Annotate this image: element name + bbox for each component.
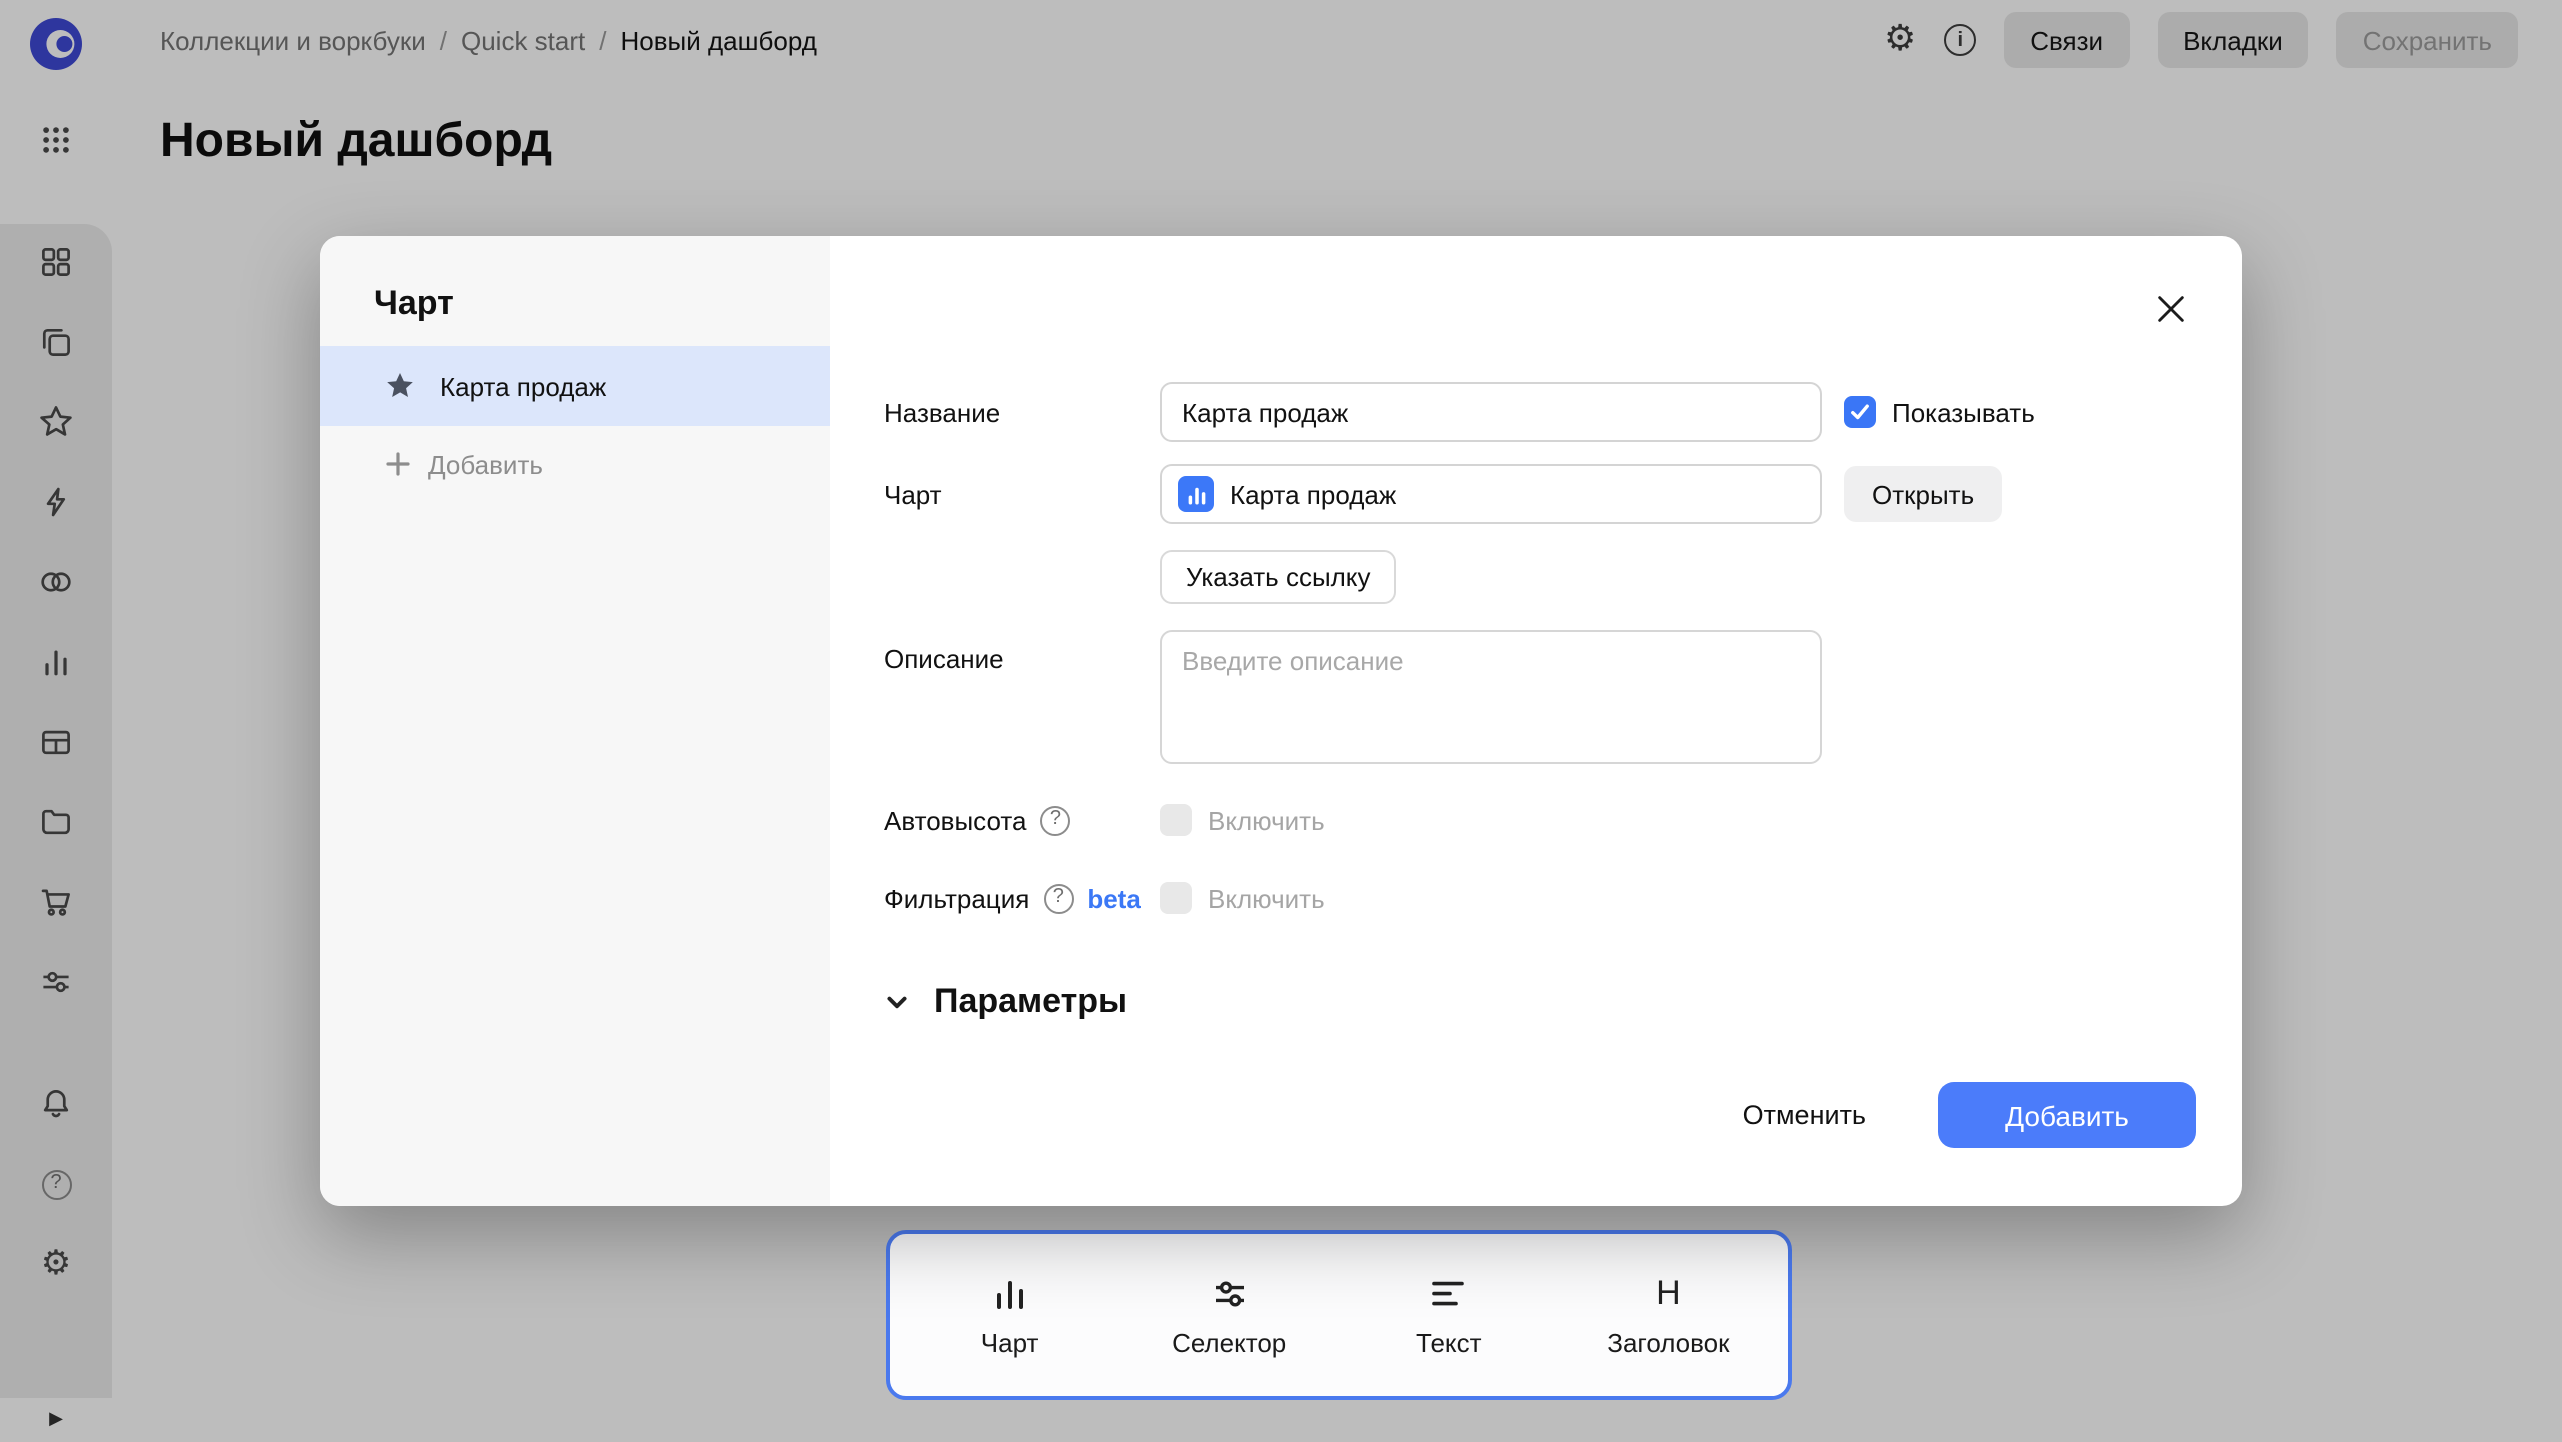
heading-icon: H (1656, 1273, 1681, 1313)
show-checkbox-label: Показывать (1892, 397, 2035, 427)
chart-select-value: Карта продаж (1230, 479, 1396, 509)
filtering-toggle-label: Включить (1208, 883, 1325, 913)
beta-badge: beta (1087, 883, 1140, 913)
autoheight-help-icon[interactable]: ? (1040, 805, 1070, 835)
toolbar-item-heading[interactable]: H Заголовок (1568, 1273, 1768, 1357)
description-label: Описание (884, 630, 1160, 674)
show-checkbox[interactable] (1844, 396, 1876, 428)
toolbar-item-label: Селектор (1172, 1327, 1286, 1357)
add-button[interactable]: Добавить (1938, 1082, 2196, 1148)
dialog-form-panel: Название Показывать Чарт (830, 236, 2242, 1206)
plus-icon (384, 450, 412, 478)
toolbar-item-label: Заголовок (1607, 1327, 1729, 1357)
filtering-help-icon[interactable]: ? (1043, 883, 1073, 913)
chart-row: Чарт Карта продаж Открыть (884, 464, 2242, 524)
chart-list-item[interactable]: Карта продаж (320, 346, 830, 426)
chart-icon (990, 1273, 1030, 1313)
name-row: Название Показывать (884, 382, 2242, 442)
autoheight-label-group: Автовысота ? (884, 805, 1160, 835)
autoheight-row: Автовысота ? Включить (884, 804, 2242, 836)
open-chart-button[interactable]: Открыть (1844, 466, 2002, 522)
checkmark-icon (1848, 400, 1872, 424)
chart-select-field[interactable]: Карта продаж (1160, 464, 1822, 524)
autoheight-checkbox[interactable] (1160, 804, 1192, 836)
specify-link-button[interactable]: Указать ссылку (1160, 550, 1397, 604)
add-chart-dialog: Чарт Карта продаж Добавить (320, 236, 2242, 1206)
stage: ? ⚙ ▶ Коллекции и воркбуки / Quick start… (0, 0, 2562, 1442)
add-chart-tab-label: Добавить (428, 449, 543, 479)
autoheight-toggle-label: Включить (1208, 805, 1325, 835)
link-row: Указать ссылку (1160, 550, 2242, 604)
star-icon (384, 370, 416, 402)
close-icon (2153, 291, 2187, 325)
chevron-down-icon (884, 989, 910, 1015)
params-section-toggle[interactable]: Параметры (884, 982, 2242, 1022)
dialog-title: Чарт (374, 284, 830, 324)
chart-label: Чарт (884, 479, 1160, 509)
filtering-label-group: Фильтрация ? beta (884, 883, 1160, 913)
toolbar-item-text[interactable]: Текст (1349, 1273, 1549, 1357)
add-chart-tab-button[interactable]: Добавить (320, 426, 830, 502)
filtering-label: Фильтрация (884, 883, 1029, 913)
name-label: Название (884, 397, 1160, 427)
close-dialog-button[interactable] (2150, 288, 2190, 328)
widget-toolbar: Чарт Селектор Текст H Заголовок (886, 1230, 1792, 1400)
selector-icon (1209, 1273, 1249, 1313)
autoheight-label: Автовысота (884, 805, 1026, 835)
toolbar-item-label: Текст (1416, 1327, 1481, 1357)
dashboard-editor-app: ? ⚙ ▶ Коллекции и воркбуки / Quick start… (0, 0, 2562, 1442)
dialog-side-panel: Чарт Карта продаж Добавить (320, 236, 830, 1206)
chart-chip-icon (1178, 476, 1214, 512)
description-textarea[interactable] (1160, 630, 1822, 764)
dialog-footer: Отменить Добавить (1743, 1082, 2196, 1148)
description-row: Описание (884, 630, 2242, 764)
text-icon (1429, 1273, 1469, 1313)
mini-chart-icon (1185, 483, 1207, 505)
params-section-title: Параметры (934, 982, 1127, 1022)
chart-list-item-label: Карта продаж (440, 371, 606, 401)
chart-settings-form: Название Показывать Чарт (884, 236, 2242, 1022)
name-input[interactable] (1160, 382, 1822, 442)
toolbar-item-selector[interactable]: Селектор (1129, 1273, 1329, 1357)
cancel-button[interactable]: Отменить (1743, 1100, 1866, 1130)
filtering-checkbox[interactable] (1160, 882, 1192, 914)
filtering-row: Фильтрация ? beta Включить (884, 882, 2242, 914)
toolbar-item-chart[interactable]: Чарт (910, 1273, 1110, 1357)
toolbar-item-label: Чарт (981, 1327, 1039, 1357)
